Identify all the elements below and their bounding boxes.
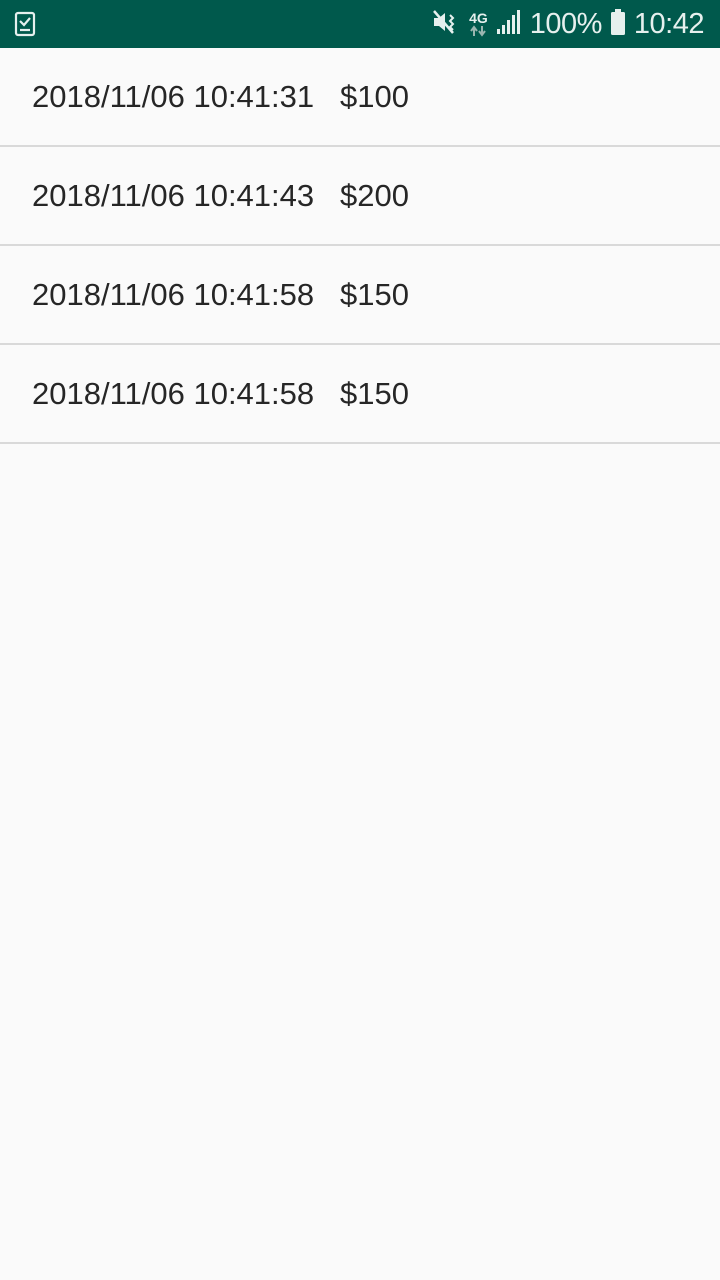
list-item[interactable]: 2018/11/06 10:41:58 $150 [0,246,720,345]
list-item[interactable]: 2018/11/06 10:41:43 $200 [0,147,720,246]
list-item-text: 2018/11/06 10:41:58 $150 [32,375,409,411]
clock: 10:42 [633,7,705,40]
status-bar: 4G 100% 10:42 [0,0,720,48]
vibrate-mute-icon [431,8,461,41]
network-4g-icon: 4G [469,11,488,37]
list-item-text: 2018/11/06 10:41:43 $200 [32,177,409,213]
signal-bars-icon [496,9,522,40]
battery-icon [610,8,626,41]
transaction-list: 2018/11/06 10:41:31 $100 2018/11/06 10:4… [0,48,720,444]
list-item-text: 2018/11/06 10:41:31 $100 [32,78,409,114]
battery-percent: 100% [529,7,603,40]
network-label: 4G [469,10,488,26]
list-item[interactable]: 2018/11/06 10:41:31 $100 [0,48,720,147]
list-item[interactable]: 2018/11/06 10:41:58 $150 [0,345,720,444]
task-checklist-icon [14,11,38,37]
list-item-text: 2018/11/06 10:41:58 $150 [32,276,409,312]
